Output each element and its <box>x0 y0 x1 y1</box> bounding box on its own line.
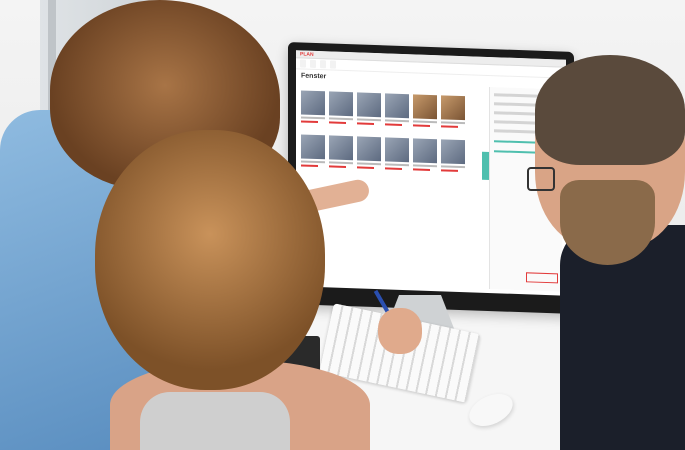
submit-button <box>526 272 558 284</box>
product-card <box>329 135 353 176</box>
photo-scene: PLAN Fenster <box>0 0 685 450</box>
tab <box>320 60 326 69</box>
tab <box>300 59 306 68</box>
person-middle-top <box>140 392 290 450</box>
person-middle-hand <box>378 308 422 354</box>
product-card <box>301 90 325 131</box>
tab <box>310 59 316 68</box>
product-card <box>357 92 381 133</box>
glasses <box>527 167 555 191</box>
person-right-hair <box>535 55 685 165</box>
app-logo: PLAN <box>300 50 314 58</box>
product-card <box>329 91 353 132</box>
monitor-screen: PLAN Fenster <box>296 50 566 296</box>
product-card <box>301 134 325 175</box>
product-card <box>441 95 465 136</box>
product-card <box>357 136 381 177</box>
product-card <box>413 94 437 135</box>
product-card <box>385 137 409 178</box>
product-card <box>413 138 437 179</box>
tab <box>330 60 336 69</box>
product-card <box>441 139 465 180</box>
person-middle-curly-hair <box>95 130 325 390</box>
product-card <box>385 93 409 134</box>
product-grid <box>301 90 471 180</box>
person-right-beard <box>560 180 655 265</box>
